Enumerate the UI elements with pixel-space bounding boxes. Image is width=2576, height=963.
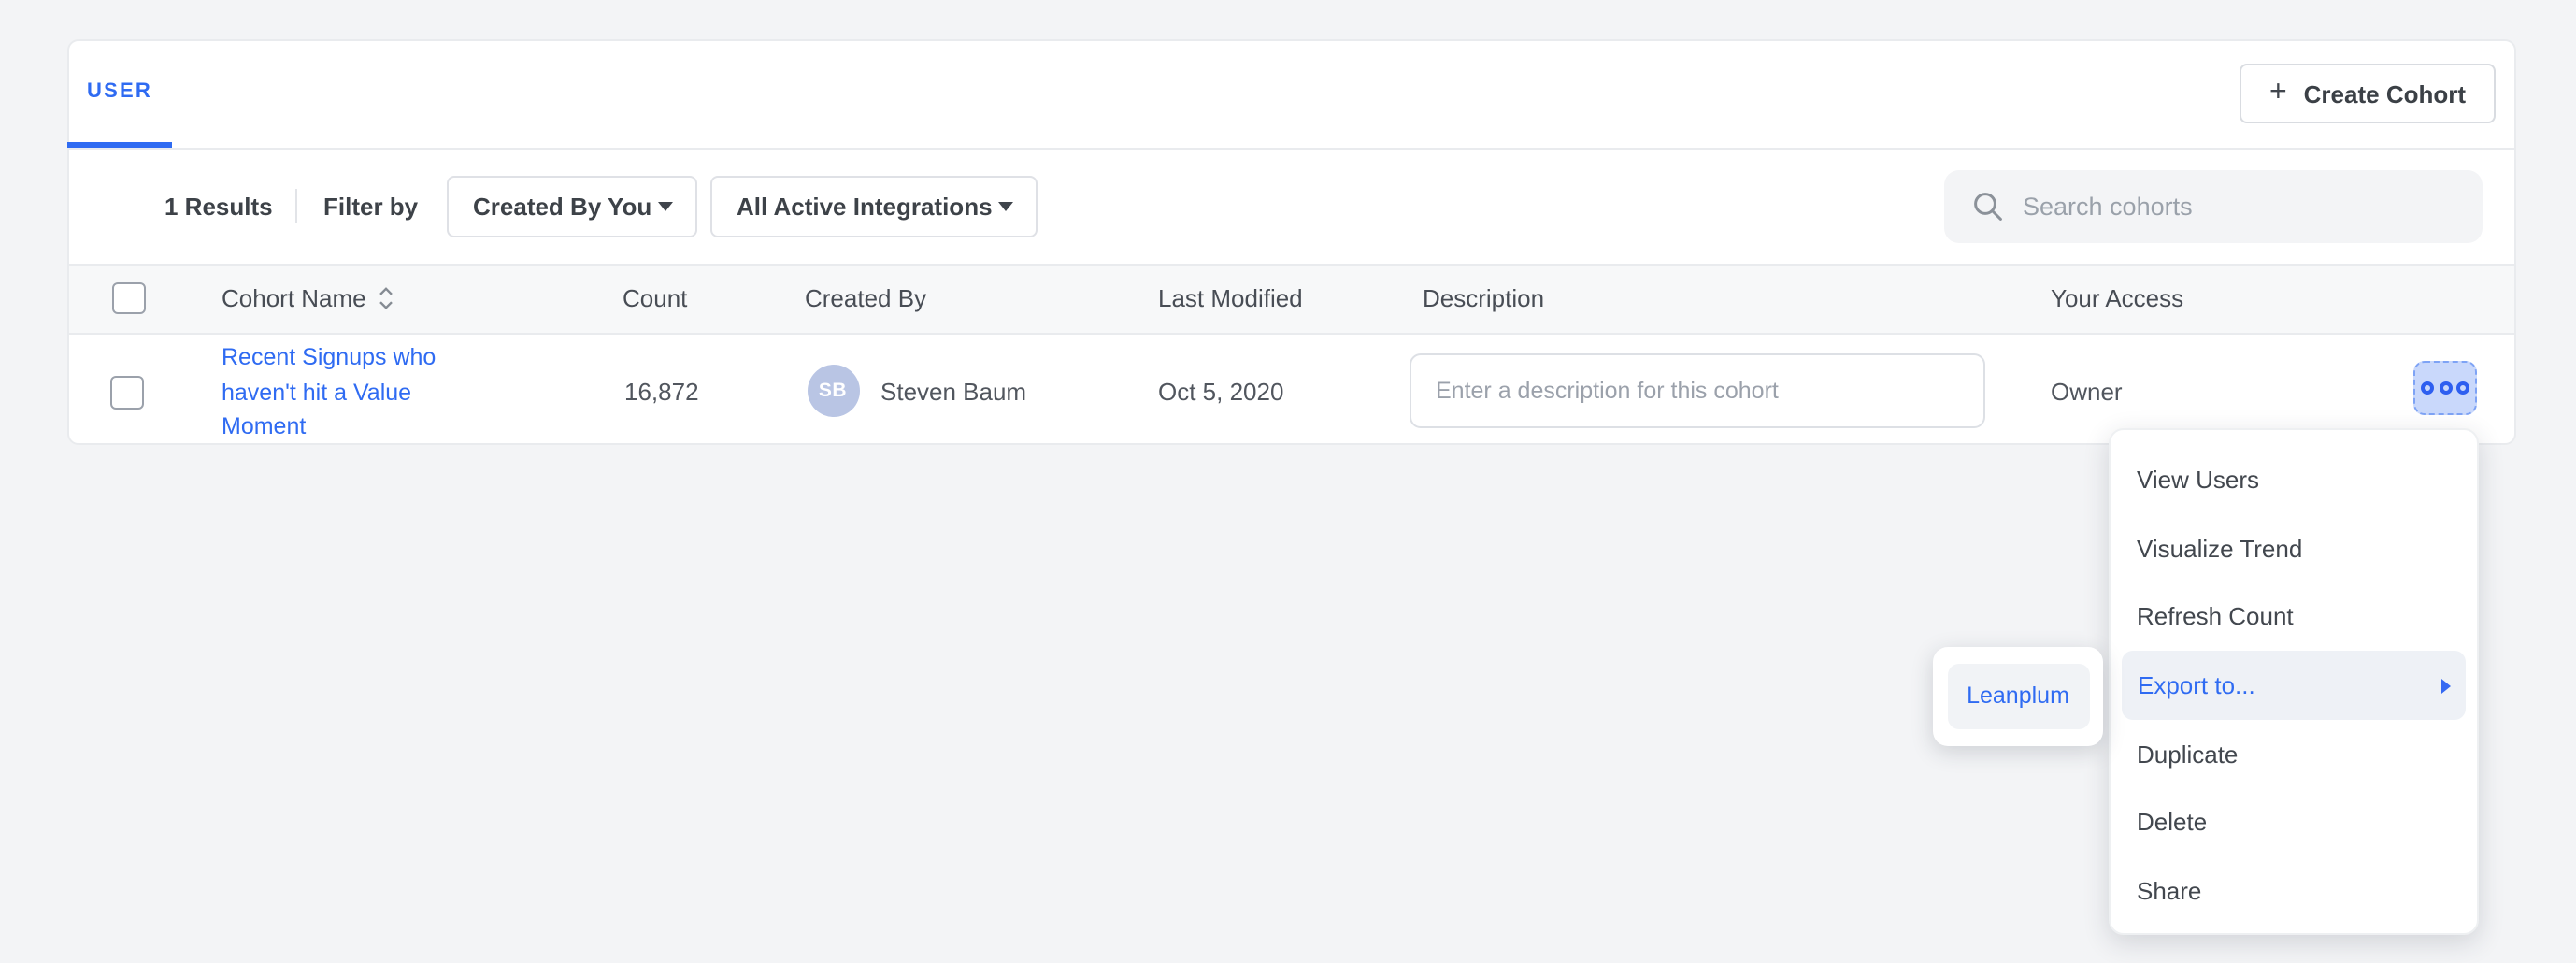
menu-item-refresh-count[interactable]: Refresh Count [2111, 582, 2477, 651]
export-submenu: Leanplum [1933, 647, 2103, 745]
more-options-button[interactable] [2413, 361, 2477, 415]
create-cohort-label: Create Cohort [2304, 79, 2466, 108]
menu-item-duplicate[interactable]: Duplicate [2111, 720, 2477, 788]
avatar-initials: SB [819, 379, 847, 401]
chevron-down-icon [998, 202, 1013, 211]
avatar: SB [807, 364, 859, 416]
chevron-down-icon [658, 202, 673, 211]
filter-by-label: Filter by [323, 193, 418, 221]
tab-user-label: USER [87, 79, 152, 102]
submenu-arrow-icon [2440, 678, 2450, 693]
column-header-label: Cohort Name [222, 284, 366, 312]
column-header-cohort-name[interactable]: Cohort Name [222, 284, 394, 312]
row-checkbox[interactable] [110, 376, 143, 409]
column-header-your-access: Your Access [2051, 284, 2183, 312]
column-header-created-by: Created By [805, 284, 926, 312]
create-cohort-button[interactable]: + Create Cohort [2240, 64, 2496, 123]
results-count: 1 Results [165, 193, 273, 221]
plus-icon: + [2269, 79, 2287, 108]
created-by-name: Steven Baum [880, 378, 1026, 406]
last-modified-date: Oct 5, 2020 [1158, 378, 1283, 406]
menu-item-share[interactable]: Share [2111, 857, 2477, 926]
cohorts-page: USER + Create Cohort 1 Results Filter by… [0, 0, 2576, 963]
created-by-dropdown-value: Created By You [473, 193, 651, 221]
menu-item-view-users[interactable]: View Users [2111, 445, 2477, 513]
description-input[interactable] [1410, 353, 1985, 427]
cohort-count: 16,872 [624, 378, 699, 406]
search-input[interactable] [2023, 193, 2460, 221]
sort-icon [378, 286, 394, 310]
vertical-divider [295, 189, 297, 223]
more-dots-icon [2456, 381, 2469, 395]
column-header-description: Description [1423, 284, 1544, 312]
more-dots-icon [2439, 381, 2452, 395]
search-box[interactable] [1944, 170, 2483, 242]
select-all-checkbox[interactable] [112, 281, 145, 314]
column-header-count: Count [623, 284, 687, 312]
menu-item-export-to-label: Export to... [2138, 671, 2255, 699]
menu-item-delete[interactable]: Delete [2111, 788, 2477, 856]
tab-user[interactable]: USER [67, 39, 172, 148]
submenu-item-leanplum[interactable]: Leanplum [1947, 663, 2089, 729]
created-by-dropdown[interactable]: Created By You [447, 176, 697, 237]
integrations-dropdown[interactable]: All Active Integrations [710, 176, 1038, 237]
column-header-last-modified: Last Modified [1158, 284, 1303, 312]
tabs-divider [69, 147, 2514, 149]
more-dots-icon [2421, 381, 2434, 395]
menu-item-visualize-trend[interactable]: Visualize Trend [2111, 514, 2477, 582]
cohort-name-link[interactable]: Recent Signups who haven't hit a Value M… [222, 340, 450, 445]
access-value: Owner [2051, 378, 2123, 406]
context-menu: View Users Visualize Trend Refresh Count… [2109, 428, 2479, 935]
integrations-dropdown-value: All Active Integrations [737, 193, 993, 221]
search-icon [1972, 191, 2004, 223]
menu-item-export-to[interactable]: Export to... [2122, 652, 2466, 720]
